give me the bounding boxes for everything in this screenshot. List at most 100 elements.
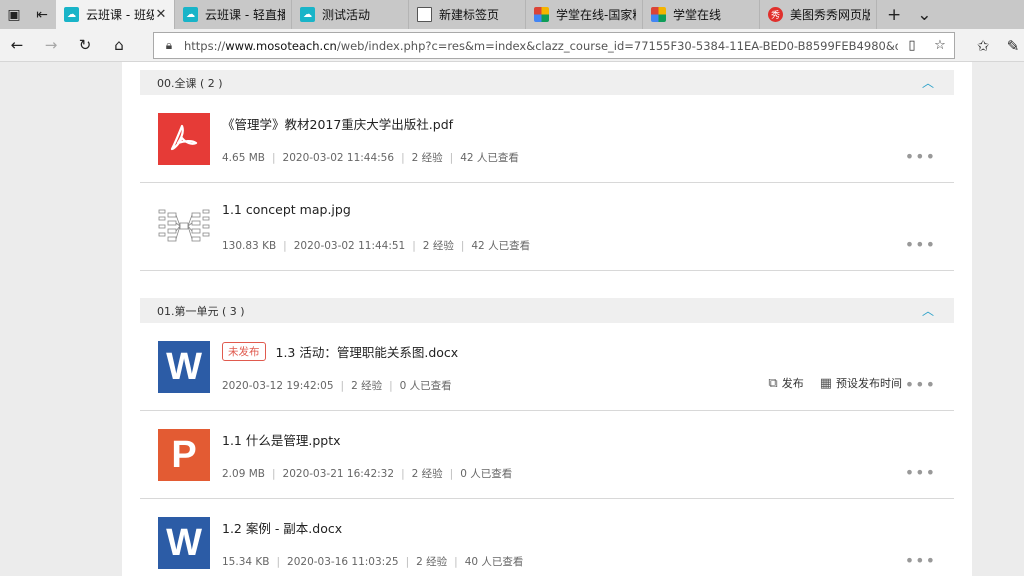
experience-points: 2 经验 (411, 468, 443, 480)
word-file-icon: W (158, 517, 210, 569)
resource-item[interactable]: 《管理学》教材2017重庆大学出版社.pdf 4.65 MB | 2020-03-0… (140, 95, 954, 183)
resource-meta: 130.83 KB | 2020-03-02 11:44:51 | 2 经验 | 42 人已… (222, 240, 531, 252)
calendar-clock-icon: ▦ (819, 375, 832, 391)
more-options-icon[interactable]: ••• (905, 235, 936, 254)
tab-label: 学堂在线 (673, 8, 722, 22)
forward-arrow-icon[interactable]: → (34, 29, 68, 62)
resource-name-text: 1.1 什么是管理.pptx (222, 433, 341, 448)
url-text[interactable]: https://www.mosoteach.cn/web/index.php?c… (184, 39, 898, 53)
chevron-up-icon[interactable]: ︿ (922, 74, 934, 91)
tab-label: 新建标签页 (439, 8, 500, 22)
item-actions: ⧉ 发布 ▦ 预设发布时间 (768, 375, 902, 391)
unpublished-badge: 未发布 (222, 342, 266, 361)
resource-list-panel: 00.全课 ( 2 ) ︿ 《管理学》教材2017重庆大学出版社.pdf 4.6… (122, 62, 972, 576)
file-size: 4.65 MB (222, 152, 265, 164)
tab-manager-icon[interactable]: ▣ (0, 0, 28, 29)
concept-map-thumbnail (158, 209, 210, 242)
file-size: 2.09 MB (222, 468, 265, 480)
file-size: 130.83 KB (222, 240, 277, 252)
browser-tab-strip: ▣ ⇤ ☁ 云班课 - 班级 ✕ ☁ 云班课 - 轻直播/ ☁ 测试活动 新建标… (0, 0, 1024, 29)
resource-meta: 15.34 KB | 2020-03-16 11:03:25 | 2 经验 | 40 人已查… (222, 556, 524, 568)
publish-icon: ⧉ (768, 375, 778, 391)
upload-date: 2020-03-02 11:44:51 (293, 240, 406, 252)
resource-name[interactable]: 《管理学》教材2017重庆大学出版社.pdf (222, 114, 453, 133)
url-scheme: https:// (184, 38, 226, 53)
publish-label: 发布 (781, 377, 804, 390)
pdf-file-icon (158, 113, 210, 165)
set-aside-tabs-icon[interactable]: ⇤ (28, 0, 56, 29)
section-title: 00.全课 ( 2 ) (157, 76, 223, 90)
close-tab-icon[interactable]: ✕ (154, 7, 168, 22)
schedule-publish-button[interactable]: ▦ 预设发布时间 (820, 375, 902, 391)
more-options-icon[interactable]: ••• (905, 147, 936, 166)
tab-test-activity[interactable]: ☁ 测试活动 (292, 0, 409, 29)
tab-label: 云班课 - 轻直播/ (205, 8, 285, 22)
view-count: 42 人已查看 (460, 152, 519, 164)
resource-item[interactable]: 1.1 concept map.jpg 130.83 KB | 2020-03-02… (140, 183, 954, 271)
resource-name-text: 1.1 concept map.jpg (222, 202, 351, 217)
more-options-icon[interactable]: ••• (905, 463, 936, 482)
section-header-all-course[interactable]: 00.全课 ( 2 ) ︿ (140, 70, 954, 95)
publish-button[interactable]: ⧉ 发布 (768, 375, 803, 391)
experience-points: 2 经验 (351, 380, 383, 392)
tab-label: 学堂在线-国家精 (556, 8, 636, 22)
more-options-icon[interactable]: ••• (905, 375, 936, 394)
resource-name[interactable]: 未发布 1.3 活动：管理职能关系图.docx (222, 342, 458, 361)
tab-new-tab[interactable]: 新建标签页 (409, 0, 526, 29)
resource-item[interactable]: P 1.1 什么是管理.pptx 2.09 MB | 2020-03-21 16:4… (140, 411, 954, 499)
url-path: /web/index.php?c=res&m=index&clazz_cours… (336, 38, 898, 53)
resource-item[interactable]: W 1.2 案例 - 副本.docx 15.34 KB | 2020-03-16 1… (140, 499, 954, 576)
tab-xuetang-national[interactable]: 学堂在线-国家精 (526, 0, 643, 29)
tab-xuetang[interactable]: 学堂在线 (643, 0, 760, 29)
word-file-icon: W (158, 341, 210, 393)
more-options-icon[interactable]: ••• (905, 551, 936, 570)
home-icon[interactable]: ⌂ (102, 29, 136, 62)
view-count: 42 人已查看 (471, 240, 531, 252)
upload-date: 2020-03-12 19:42:05 (222, 380, 334, 392)
resource-meta: 2.09 MB | 2020-03-21 16:42:32 | 2 经验 | 0 人已查看 (222, 468, 513, 480)
url-domain: www.mosoteach.cn (225, 38, 337, 53)
refresh-icon[interactable]: ↻ (68, 29, 102, 62)
section-header-unit-one[interactable]: 01.第一单元 ( 3 ) ︿ (140, 298, 954, 323)
tab-cloud-class[interactable]: ☁ 云班课 - 班级 ✕ (56, 0, 175, 29)
resource-name-text: 1.3 活动：管理职能关系图.docx (275, 345, 459, 360)
resource-item[interactable]: W 未发布 1.3 活动：管理职能关系图.docx 2020-03-12 19:… (140, 323, 954, 411)
back-arrow-icon[interactable]: ← (0, 29, 34, 62)
upload-date: 2020-03-02 11:44:56 (282, 152, 395, 164)
xuetang-favicon-icon (651, 7, 666, 22)
lock-icon[interactable]: 🔒︎ (154, 38, 184, 53)
resource-name-text: 1.2 案例 - 副本.docx (222, 521, 343, 536)
resource-name-text: 《管理学》教材2017重庆大学出版社.pdf (222, 117, 454, 132)
image-thumbnail-icon (158, 201, 210, 253)
upload-date: 2020-03-21 16:42:32 (282, 468, 395, 480)
pen-notes-icon[interactable]: ✎ (998, 37, 1024, 55)
new-tab-plus-icon[interactable]: + (887, 5, 901, 25)
address-bar[interactable]: 🔒︎ https://www.mosoteach.cn/web/index.ph… (153, 32, 955, 59)
reading-view-icon[interactable]: ▯ (898, 38, 926, 53)
view-count: 0 人已查看 (399, 380, 452, 392)
favorite-star-icon[interactable]: ☆ (926, 38, 954, 53)
tab-list-chevron-down-icon[interactable]: ⌄ (917, 5, 931, 25)
resource-meta: 2020-03-12 19:42:05 | 2 经验 | 0 人已查看 (222, 380, 452, 392)
resource-name[interactable]: 1.1 什么是管理.pptx (222, 430, 341, 449)
upload-date: 2020-03-16 11:03:25 (287, 556, 399, 568)
browser-toolbar: ← → ↻ ⌂ 🔒︎ https://www.mosoteach.cn/web/… (0, 29, 1024, 62)
schedule-label: 预设发布时间 (836, 377, 902, 390)
tab-label: 美图秀秀网页版 (790, 8, 870, 22)
tab-meitu[interactable]: 秀 美图秀秀网页版 (760, 0, 877, 29)
tab-cloud-class-live[interactable]: ☁ 云班课 - 轻直播/ (175, 0, 292, 29)
experience-points: 2 经验 (411, 152, 443, 164)
section-title: 01.第一单元 ( 3 ) (157, 304, 245, 318)
resource-name[interactable]: 1.1 concept map.jpg (222, 202, 351, 217)
chevron-up-icon[interactable]: ︿ (922, 302, 934, 319)
xuetang-favicon-icon (534, 7, 549, 22)
resource-name[interactable]: 1.2 案例 - 副本.docx (222, 518, 342, 537)
resource-meta: 4.65 MB | 2020-03-02 11:44:56 | 2 经验 | 42 人已查看 (222, 152, 519, 164)
page-viewport: 00.全课 ( 2 ) ︿ 《管理学》教材2017重庆大学出版社.pdf 4.6… (0, 62, 1024, 576)
meitu-favicon-icon: 秀 (768, 7, 783, 22)
blank-page-favicon-icon (417, 7, 432, 22)
experience-points: 2 经验 (416, 556, 448, 568)
powerpoint-file-icon: P (158, 429, 210, 481)
cloud-class-favicon-icon: ☁ (183, 7, 198, 22)
favorites-list-icon[interactable]: ✩ (968, 37, 998, 55)
